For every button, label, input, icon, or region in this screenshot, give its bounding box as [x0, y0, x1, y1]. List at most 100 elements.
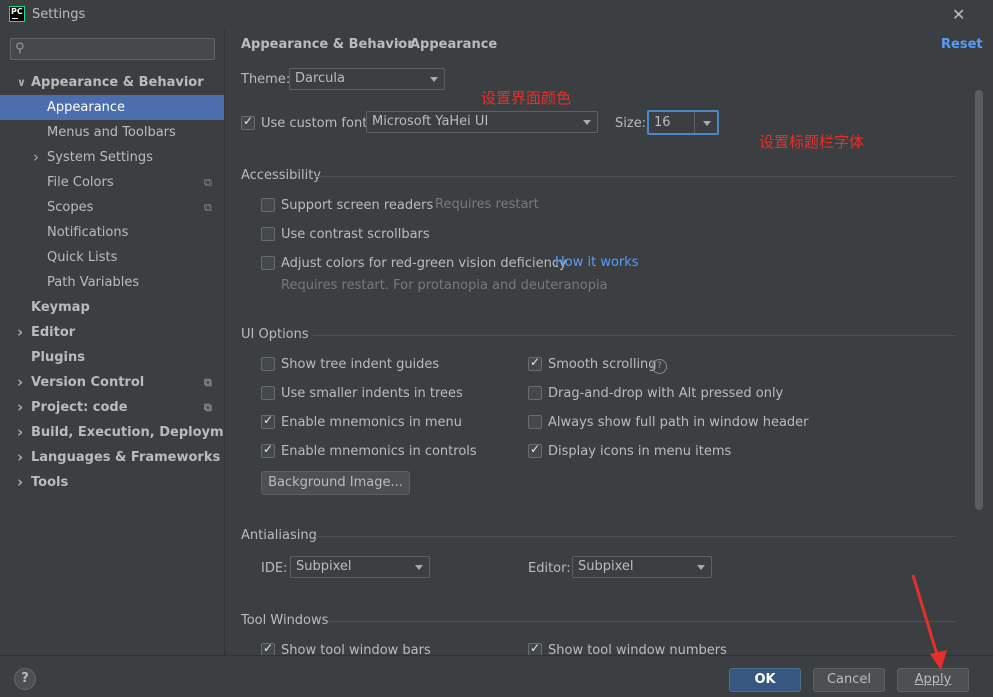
chevron-down-icon	[583, 120, 591, 125]
chevron-right-icon[interactable]: ›	[17, 445, 23, 470]
tree-indent-label: Show tree indent guides	[281, 357, 440, 372]
project-scope-icon: ⧉	[204, 201, 212, 214]
tool-window-numbers-label: Show tool window numbers	[548, 643, 727, 655]
breadcrumb-current: Appearance	[410, 37, 498, 52]
sidebar-item-tools[interactable]: › Tools	[0, 470, 224, 495]
sidebar-item-label: Version Control	[31, 375, 145, 390]
smaller-indents-label: Use smaller indents in trees	[281, 386, 463, 401]
content-scrollbar[interactable]	[975, 90, 983, 510]
editor-aa-select[interactable]: Subpixel	[572, 556, 712, 578]
sidebar-item-plugins[interactable]: Plugins	[0, 345, 224, 370]
section-divider	[315, 536, 955, 537]
sidebar-item-scopes[interactable]: Scopes ⧉	[0, 195, 224, 220]
sidebar-item-label: Menus and Toolbars	[47, 125, 176, 140]
chevron-right-icon[interactable]: ›	[17, 395, 23, 420]
help-circle-icon[interactable]: ?	[652, 357, 667, 374]
sidebar-item-languages-frameworks[interactable]: › Languages & Frameworks	[0, 445, 224, 470]
drag-drop-checkbox[interactable]	[528, 386, 542, 400]
sidebar-item-label: Editor	[31, 325, 76, 340]
app-icon-bar	[12, 18, 18, 19]
combo-separator	[694, 112, 695, 133]
settings-sidebar: ⚲ ∨ Appearance & Behavior Appearance Menus …	[0, 30, 248, 655]
sidebar-item-notifications[interactable]: Notifications	[0, 220, 224, 245]
sidebar-item-system-settings[interactable]: › System Settings	[0, 145, 224, 170]
sidebar-item-build-execution-deployment[interactable]: › Build, Execution, Deployment	[0, 420, 248, 445]
font-select[interactable]: Microsoft YaHei UI	[366, 111, 598, 133]
screen-readers-checkbox[interactable]	[261, 198, 275, 212]
contrast-scrollbars-checkbox[interactable]	[261, 227, 275, 241]
help-button[interactable]: ?	[14, 668, 36, 690]
sidebar-item-project-code[interactable]: › Project: code ⧉	[0, 395, 224, 420]
tool-window-numbers-checkbox[interactable]	[528, 641, 542, 655]
mnemonics-controls-label: Enable mnemonics in controls	[281, 444, 477, 459]
mnemonics-menu-checkbox[interactable]	[261, 413, 275, 429]
theme-select[interactable]: Darcula	[289, 68, 445, 90]
reset-link[interactable]: Reset	[941, 37, 983, 52]
sidebar-item-path-variables[interactable]: Path Variables	[0, 270, 224, 295]
chevron-right-icon[interactable]: ›	[17, 420, 23, 445]
mnemonics-controls-checkbox[interactable]	[261, 442, 275, 458]
sidebar-item-label: Tools	[31, 475, 69, 490]
ui-options-section-title: UI Options	[241, 327, 309, 342]
custom-font-checkbox[interactable]	[241, 114, 255, 130]
project-scope-icon: ⧉	[204, 176, 212, 189]
font-size-combo[interactable]: 16	[647, 110, 719, 135]
chevron-down-icon	[415, 565, 423, 570]
chevron-right-icon[interactable]: ›	[17, 370, 23, 395]
smooth-scrolling-checkbox[interactable]	[528, 355, 542, 371]
chevron-right-icon[interactable]: ›	[17, 320, 23, 345]
sidebar-item-appearance-behavior[interactable]: ∨ Appearance & Behavior	[0, 70, 224, 95]
theme-label: Theme:	[241, 72, 291, 87]
color-deficiency-checkbox[interactable]	[261, 256, 275, 270]
smaller-indents-checkbox[interactable]	[261, 386, 275, 400]
settings-content: Appearance & Behavior › Appearance Reset…	[225, 30, 993, 655]
project-scope-icon: ⧉	[204, 401, 212, 414]
chevron-down-icon	[697, 565, 705, 570]
sidebar-item-keymap[interactable]: Keymap	[0, 295, 224, 320]
sidebar-item-label: System Settings	[47, 150, 153, 165]
section-divider	[329, 621, 955, 622]
sidebar-item-label: Appearance	[47, 100, 126, 115]
sidebar-item-label: Keymap	[31, 300, 90, 315]
background-image-button[interactable]: Background Image...	[261, 471, 410, 495]
ok-button[interactable]: OK	[729, 668, 801, 692]
window-title: Settings	[32, 7, 86, 22]
sidebar-item-label: Build, Execution, Deployment	[31, 425, 248, 440]
sidebar-item-version-control[interactable]: › Version Control ⧉	[0, 370, 224, 395]
tool-windows-section-title: Tool Windows	[241, 613, 329, 628]
cancel-button[interactable]: Cancel	[813, 668, 885, 692]
size-label: Size:	[615, 116, 647, 131]
smooth-scrolling-label: Smooth scrolling	[548, 357, 657, 372]
chevron-right-icon[interactable]: ›	[33, 145, 39, 170]
full-path-checkbox[interactable]	[528, 415, 542, 429]
screen-readers-label: Support screen readers	[281, 198, 434, 213]
sidebar-item-editor[interactable]: › Editor	[0, 320, 224, 345]
search-input[interactable]: ⚲	[10, 38, 215, 60]
tool-window-bars-checkbox[interactable]	[261, 641, 275, 655]
chevron-down-icon[interactable]: ∨	[17, 70, 26, 95]
sidebar-item-menus-and-toolbars[interactable]: Menus and Toolbars	[0, 120, 224, 145]
full-path-label: Always show full path in window header	[548, 415, 809, 430]
mnemonics-menu-label: Enable mnemonics in menu	[281, 415, 462, 430]
sidebar-item-file-colors[interactable]: File Colors ⧉	[0, 170, 224, 195]
ide-aa-label: IDE:	[261, 561, 288, 576]
editor-aa-value: Subpixel	[578, 559, 634, 574]
how-it-works-link[interactable]: How it works	[555, 255, 639, 270]
annotation-arrow-icon	[911, 574, 947, 670]
breadcrumb-parent[interactable]: Appearance & Behavior	[241, 37, 414, 52]
sidebar-item-label: Scopes	[47, 200, 94, 215]
close-icon[interactable]: ✕	[952, 5, 965, 24]
ide-aa-select[interactable]: Subpixel	[290, 556, 430, 578]
drag-drop-label: Drag-and-drop with Alt pressed only	[548, 386, 784, 401]
editor-aa-label: Editor:	[528, 561, 571, 576]
antialiasing-section-title: Antialiasing	[241, 528, 317, 543]
sidebar-item-appearance[interactable]: Appearance	[0, 95, 224, 120]
chevron-down-icon	[703, 121, 711, 126]
chevron-right-icon[interactable]: ›	[17, 470, 23, 495]
display-icons-checkbox[interactable]	[528, 442, 542, 458]
tool-window-bars-label: Show tool window bars	[281, 643, 431, 655]
pycharm-app-icon: PC	[9, 6, 25, 22]
tree-indent-checkbox[interactable]	[261, 357, 275, 371]
sidebar-item-label: Plugins	[31, 350, 85, 365]
sidebar-item-quick-lists[interactable]: Quick Lists	[0, 245, 224, 270]
